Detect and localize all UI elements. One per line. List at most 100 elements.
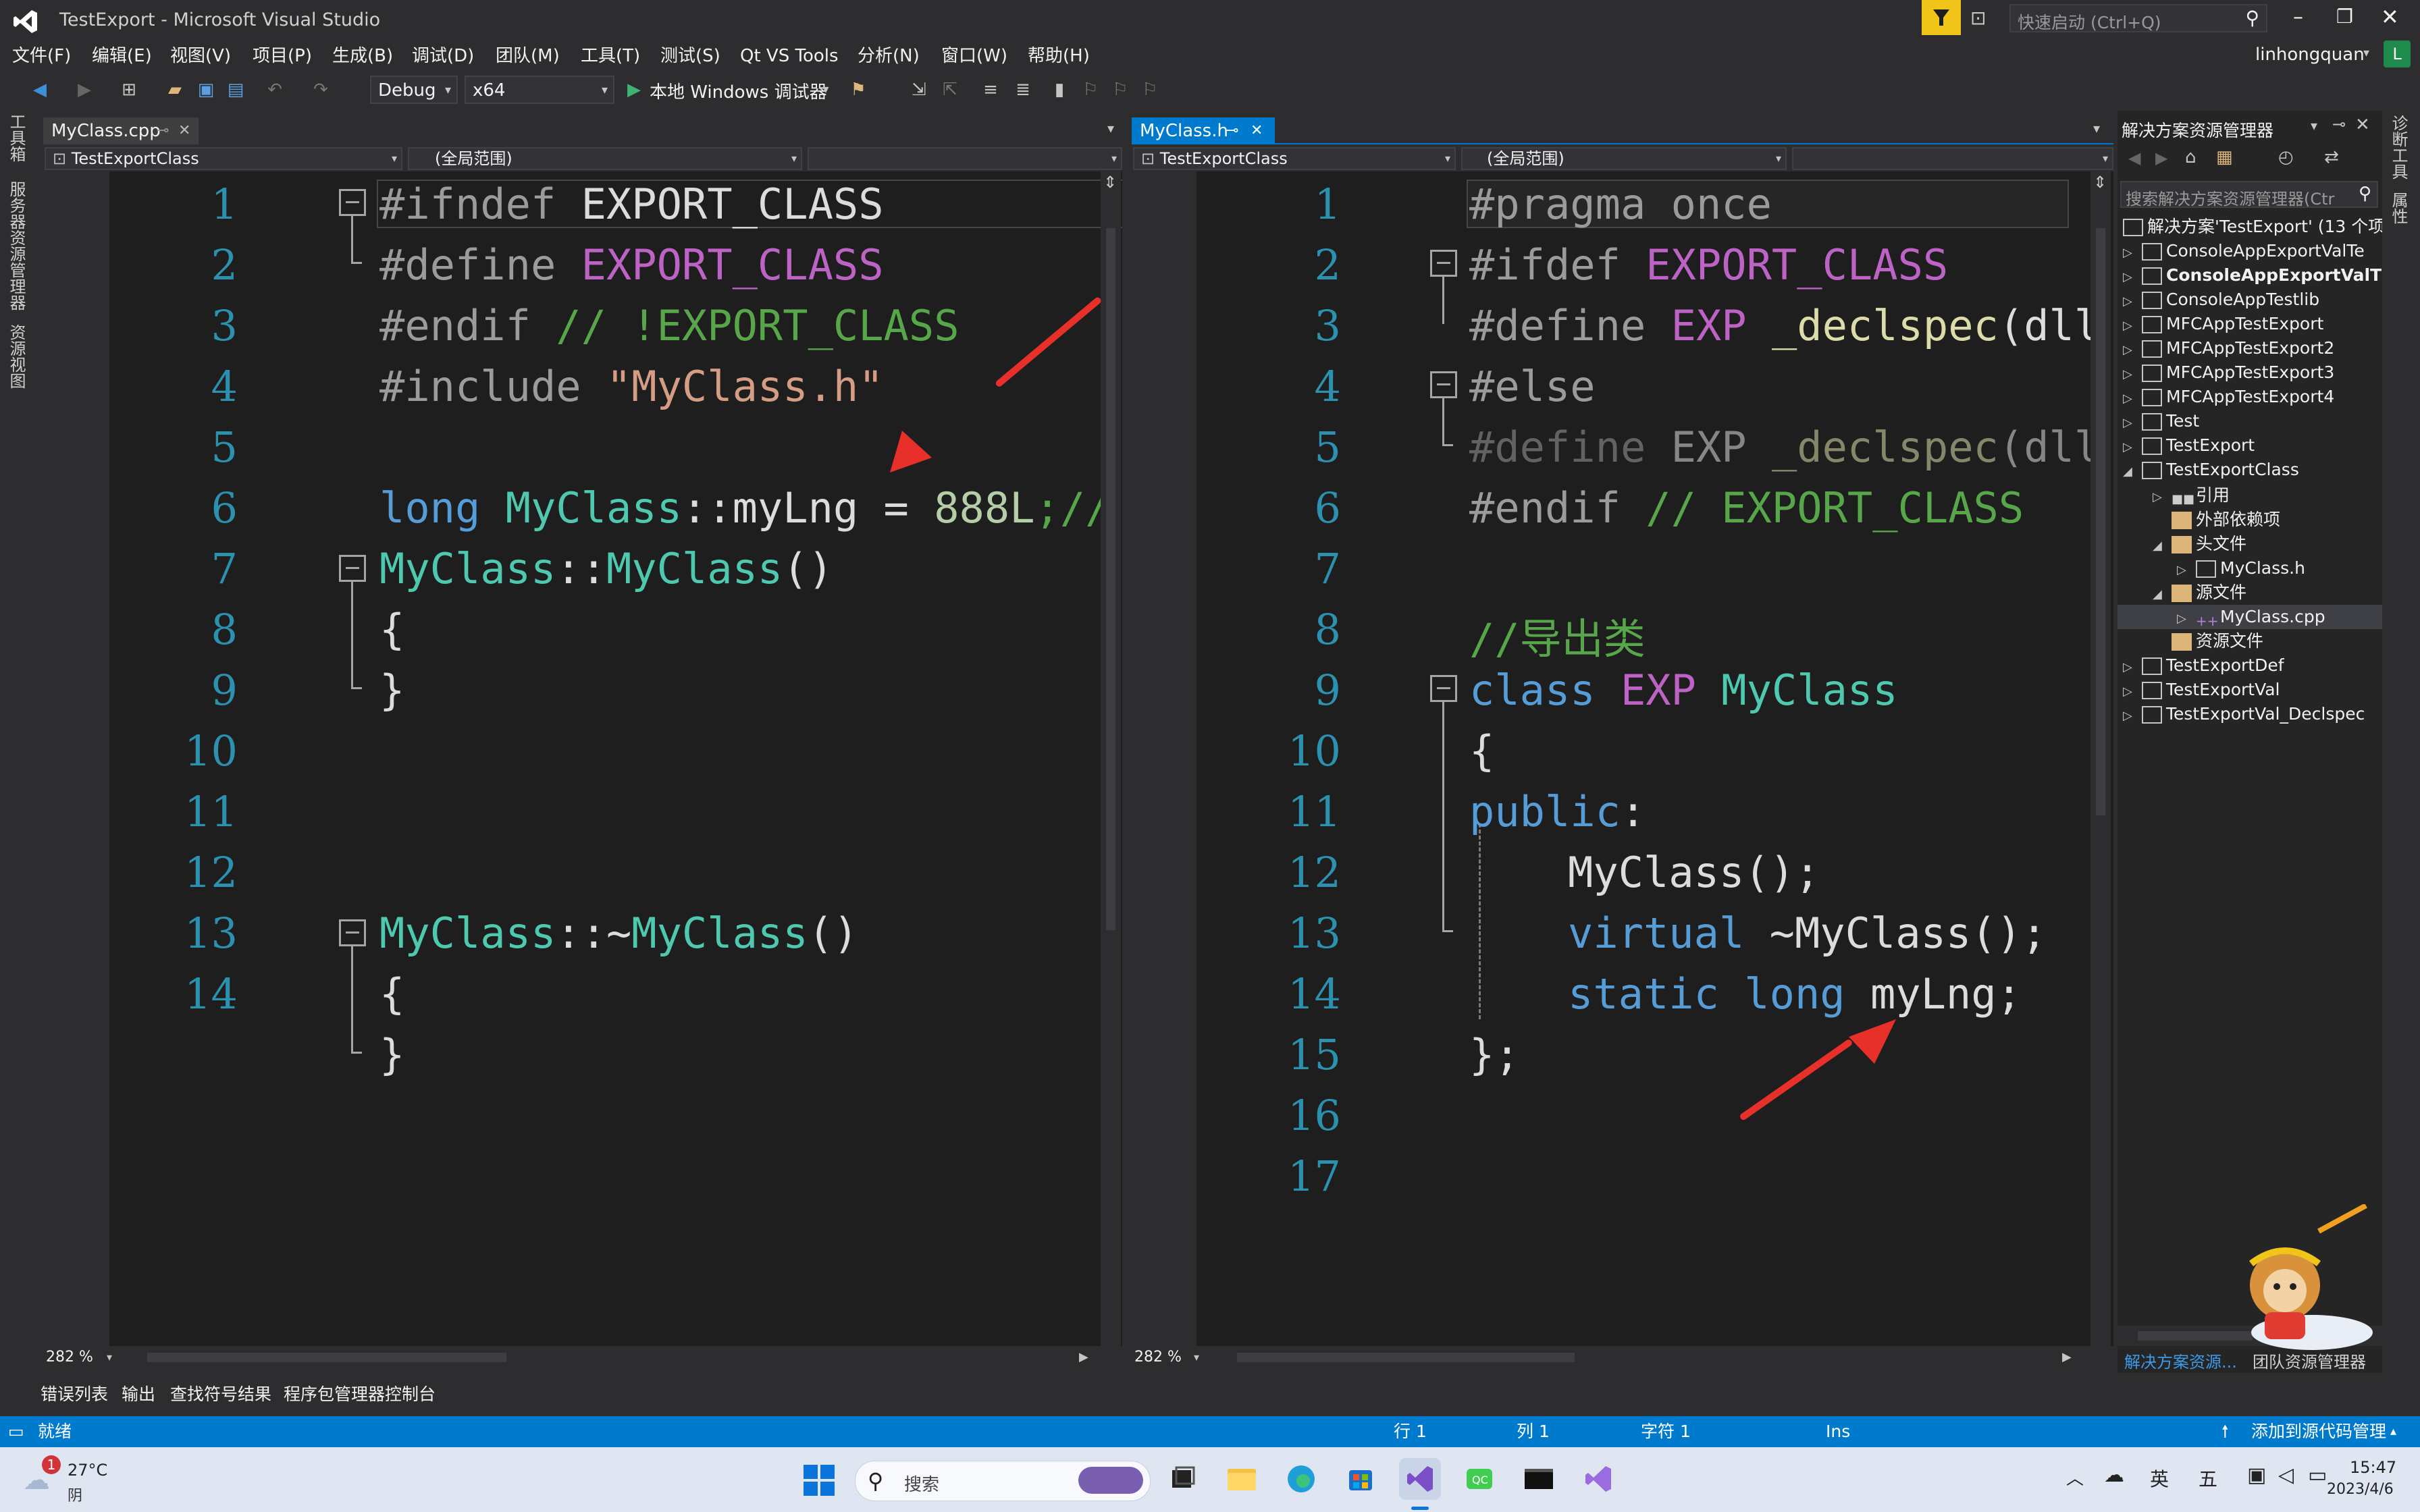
tab-package-manager-console[interactable]: 程序包管理器控制台 <box>284 1381 436 1405</box>
menu-view[interactable]: 视图(V) <box>170 42 231 70</box>
tree-node-project[interactable]: ▷ TestExport <box>2123 433 2255 458</box>
collapse-icon[interactable]: ◢ <box>2123 460 2142 484</box>
avatar-badge[interactable]: L <box>2384 40 2411 68</box>
visual-studio-2-icon[interactable] <box>1577 1458 1619 1500</box>
pin-icon[interactable]: ⊸ <box>157 117 169 144</box>
chevron-down-icon[interactable]: ▾ <box>107 1346 112 1369</box>
fold-toggle[interactable] <box>1430 371 1457 398</box>
configuration-select[interactable]: Debug ▾ <box>370 76 458 104</box>
start-debug-icon[interactable]: ▶ <box>624 80 644 100</box>
user-name[interactable]: linhongquan <box>2255 45 2365 65</box>
hscroll-thumb[interactable] <box>147 1353 506 1362</box>
close-button[interactable]: ✕ <box>2381 4 2399 30</box>
solution-root[interactable]: 解决方案'TestExport' (13 个项 <box>2123 215 2385 239</box>
uncomment-icon[interactable]: ≣ <box>1013 80 1033 100</box>
quick-launch-input[interactable]: 快速启动 (Ctrl+Q) ⚲ <box>2009 4 2267 32</box>
toolbox-tab[interactable]: 工具箱 <box>7 113 28 162</box>
tree-node-references[interactable]: ▷ ■■引用 <box>2153 483 2230 508</box>
close-icon[interactable]: ✕ <box>2355 115 2370 135</box>
fold-toggle[interactable] <box>1430 675 1457 702</box>
expand-icon[interactable]: ▷ <box>2123 435 2142 460</box>
redo-icon[interactable]: ↷ <box>311 80 331 100</box>
server-explorer-tab[interactable]: 服务器资源管理器 <box>7 181 28 310</box>
menu-debug[interactable]: 调试(D) <box>412 42 474 70</box>
tree-node-header-files[interactable]: ◢ 头文件 <box>2153 532 2246 556</box>
tree-node-myclass-cpp[interactable]: ▷ ++MyClass.cpp <box>2177 605 2325 629</box>
scroll-right-icon[interactable]: ▶ <box>1079 1346 1088 1369</box>
fold-toggle[interactable] <box>339 189 366 216</box>
menu-help[interactable]: 帮助(H) <box>1028 42 1090 70</box>
comment-icon[interactable]: ≡ <box>980 80 1001 100</box>
task-view-icon[interactable] <box>1161 1458 1203 1500</box>
expand-icon[interactable]: ▷ <box>2123 387 2142 411</box>
tree-node-project[interactable]: ▷ MFCAppTestExport4 <box>2123 385 2334 409</box>
hscroll-thumb[interactable] <box>1237 1353 1575 1362</box>
member-select[interactable]: ▾ <box>808 147 1122 170</box>
fold-toggle[interactable] <box>339 555 366 582</box>
find-in-files-icon[interactable]: ⚑ <box>848 80 868 100</box>
qt-creator-icon[interactable]: QC <box>1458 1458 1500 1500</box>
properties-tab[interactable]: 属性 <box>2389 192 2411 224</box>
clock-time[interactable]: 15:47 <box>2350 1458 2396 1477</box>
history-icon[interactable]: ◴ <box>2278 147 2294 167</box>
expand-icon[interactable]: ▷ <box>2153 485 2172 510</box>
tree-node-project[interactable]: ▷ TestExportDef <box>2123 653 2284 678</box>
expand-icon[interactable]: ▷ <box>2123 704 2142 728</box>
back-icon[interactable]: ◀ <box>2128 148 2140 167</box>
chevron-down-icon[interactable]: ▾ <box>2311 117 2317 134</box>
bookmark-icon[interactable]: ▮ <box>1049 80 1070 100</box>
step-icon[interactable]: ⇲ <box>909 80 929 100</box>
tree-node-source-files[interactable]: ◢ 源文件 <box>2153 580 2246 605</box>
microsoft-store-icon[interactable] <box>1340 1458 1382 1500</box>
step-out-icon[interactable]: ⇱ <box>940 80 960 100</box>
menu-team[interactable]: 团队(M) <box>496 42 560 70</box>
restore-button[interactable]: ❐ <box>2336 5 2353 28</box>
open-file-icon[interactable]: ▰ <box>165 80 185 100</box>
scrollbar-thumb[interactable] <box>1106 228 1115 930</box>
menu-tools[interactable]: 工具(T) <box>581 42 640 70</box>
tab-error-list[interactable]: 错误列表 <box>41 1381 108 1405</box>
expand-icon[interactable]: ▷ <box>2123 655 2142 680</box>
chevron-down-icon[interactable]: ▾ <box>816 80 836 100</box>
menu-build[interactable]: 生成(B) <box>332 42 393 70</box>
chevron-up-icon[interactable]: ︿ <box>2066 1465 2084 1490</box>
fold-toggle[interactable] <box>339 919 366 946</box>
filter-icon[interactable] <box>1922 0 1961 35</box>
tree-node-project[interactable]: ▷ Test <box>2123 409 2199 433</box>
menu-analyze[interactable]: 分析(N) <box>858 42 920 70</box>
tree-node-project[interactable]: ▷ ConsoleAppExportValTe <box>2123 239 2365 263</box>
left-vertical-scrollbar[interactable]: ⇕ <box>1101 171 1121 1346</box>
clear-bookmarks-icon[interactable]: ⚐ <box>1140 80 1160 100</box>
visual-studio-taskbar-icon[interactable] <box>1399 1458 1441 1500</box>
back-icon[interactable]: ◀ <box>30 80 50 100</box>
tree-node-project[interactable]: ▷ ConsoleAppTestlib <box>2123 288 2319 312</box>
taskbar-search-box[interactable]: ⚲ 搜索 <box>855 1461 1151 1501</box>
fold-toggle[interactable] <box>1430 250 1457 277</box>
right-code-editor[interactable]: 1 2 3 4 5 6 7 8 9 10 11 12 13 14 15 16 17 #pragma once #… <box>1132 171 2113 1346</box>
project-select[interactable]: ⊡ TestExportClass ▾ <box>45 147 402 170</box>
expand-icon[interactable]: ▷ <box>2123 265 2142 290</box>
right-vertical-scrollbar[interactable]: ⇕ <box>2090 171 2111 1346</box>
forward-icon[interactable]: ▶ <box>74 80 95 100</box>
expand-icon[interactable]: ▷ <box>2123 314 2142 338</box>
left-zoom-level[interactable]: 282 % <box>46 1346 93 1369</box>
project-select[interactable]: ⊡ TestExportClass ▾ <box>1133 147 1456 170</box>
new-project-icon[interactable]: ⊞ <box>119 80 139 100</box>
expand-icon[interactable]: ▷ <box>2123 362 2142 387</box>
expand-icon[interactable]: ▷ <box>2123 241 2142 265</box>
minimize-button[interactable]: – <box>2293 5 2303 29</box>
tab-myclass-cpp[interactable]: MyClass.cpp ⊸ ✕ <box>43 117 199 144</box>
onedrive-icon[interactable]: ☁ <box>2104 1463 2124 1487</box>
tab-output[interactable]: 输出 <box>122 1381 155 1405</box>
collapse-icon[interactable]: ◢ <box>2153 534 2172 558</box>
prev-bookmark-icon[interactable]: ⚐ <box>1080 80 1101 100</box>
pin-icon[interactable]: ⊸ <box>1226 117 1238 144</box>
menu-test[interactable]: 测试(S) <box>660 42 720 70</box>
tree-node-external-deps[interactable]: 外部依赖项 <box>2172 508 2280 532</box>
tree-node-project[interactable]: ▷ MFCAppTestExport3 <box>2123 360 2334 385</box>
hscroll-thumb[interactable] <box>2138 1331 2253 1341</box>
tree-node-project[interactable]: ◢ TestExportClass <box>2123 458 2299 482</box>
tree-node-project[interactable]: ▷ ConsoleAppExportValT <box>2123 263 2382 288</box>
next-bookmark-icon[interactable]: ⚐ <box>1110 80 1130 100</box>
expand-icon[interactable]: ▷ <box>2177 607 2196 631</box>
